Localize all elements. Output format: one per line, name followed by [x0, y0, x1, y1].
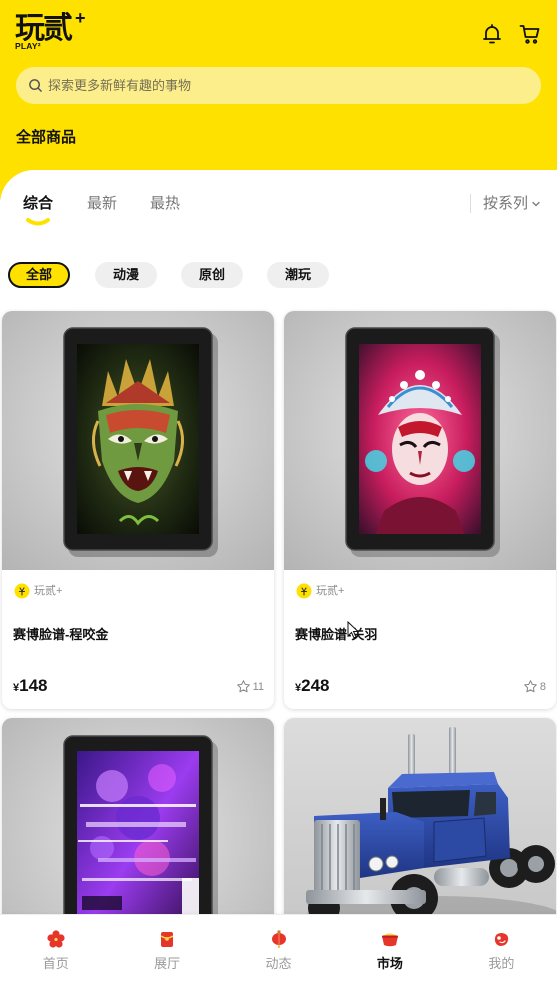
chevron-down-icon[interactable]: [531, 199, 541, 209]
chip-anime[interactable]: 动漫: [95, 262, 157, 288]
brand-row: 玩贰+: [296, 583, 416, 599]
nav-label: 我的: [488, 956, 515, 971]
app-logo[interactable]: 玩贰 + PLAY²: [15, 8, 87, 54]
product-title: 赛博脸谱-程咬金: [13, 627, 109, 642]
likes-count: 8: [539, 680, 546, 693]
nav-item-profile[interactable]: 我的: [446, 915, 557, 982]
logo-mark: 玩贰: [15, 12, 73, 45]
search-input[interactable]: [48, 67, 528, 104]
product-title: 赛博脸谱-关羽: [295, 627, 378, 642]
brand-name: 玩贰+: [316, 585, 345, 597]
tab-hottest[interactable]: 最热: [150, 194, 180, 214]
nav-item-home[interactable]: 首页: [0, 915, 111, 982]
nav-label: 首页: [42, 956, 69, 971]
market-screen: 玩贰 + PLAY² 全部商品 综合 最新 最热: [0, 0, 557, 982]
nav-label: 动态: [265, 956, 292, 971]
product-price: ¥148: [13, 675, 48, 697]
brand-name: 玩贰+: [34, 585, 63, 597]
mouse-cursor: [347, 621, 359, 639]
tab-comprehensive[interactable]: 综合: [23, 194, 53, 214]
filter-divider: [470, 194, 471, 213]
product-price: ¥248: [295, 675, 330, 697]
profile-icon: [495, 933, 509, 946]
bell-icon[interactable]: [480, 22, 504, 46]
chip-original[interactable]: 原创: [181, 262, 243, 288]
chip-all[interactable]: 全部: [8, 262, 70, 288]
price-value: 248: [301, 676, 330, 695]
like-button[interactable]: 11: [236, 678, 264, 694]
series-filter[interactable]: 按系列: [483, 194, 528, 214]
likes-count: 11: [252, 680, 264, 693]
tab-newest[interactable]: 最新: [87, 194, 117, 214]
logo-subtitle: PLAY²: [15, 41, 43, 51]
home-icon: [47, 930, 65, 948]
product-image: [284, 311, 556, 570]
active-tab-indicator: [26, 218, 50, 226]
brand-row: 玩贰+: [14, 583, 134, 599]
page-title: 全部商品: [16, 129, 77, 146]
search-icon: [29, 79, 42, 92]
star-icon: [524, 680, 537, 693]
star-icon: [236, 680, 250, 693]
product-image: [2, 311, 274, 570]
logo-plus: +: [75, 8, 86, 28]
nav-label: 市场: [376, 956, 403, 971]
gallery-icon: [160, 932, 174, 947]
cart-icon[interactable]: [518, 22, 542, 46]
market-icon: [381, 933, 398, 947]
nav-item-feed[interactable]: 动态: [223, 915, 334, 982]
feed-icon: [271, 930, 286, 948]
price-value: 148: [19, 676, 48, 695]
chip-trendy-toys[interactable]: 潮玩: [267, 262, 329, 288]
product-card[interactable]: 玩贰+ 赛博脸谱-程咬金 ¥148 11: [2, 311, 274, 709]
nav-label: 展厅: [154, 956, 181, 971]
nav-item-gallery[interactable]: 展厅: [111, 915, 222, 982]
like-button[interactable]: 8: [523, 678, 546, 694]
bottom-nav: 首页 展厅 动态 市场 我的: [0, 914, 557, 982]
brand-badge-icon: [296, 583, 312, 599]
nav-item-market[interactable]: 市场: [334, 915, 445, 982]
search-bar[interactable]: [16, 67, 541, 104]
brand-badge-icon: [14, 583, 30, 599]
product-card[interactable]: 玩贰+ 赛博脸谱-关羽 ¥248 8: [284, 311, 556, 709]
